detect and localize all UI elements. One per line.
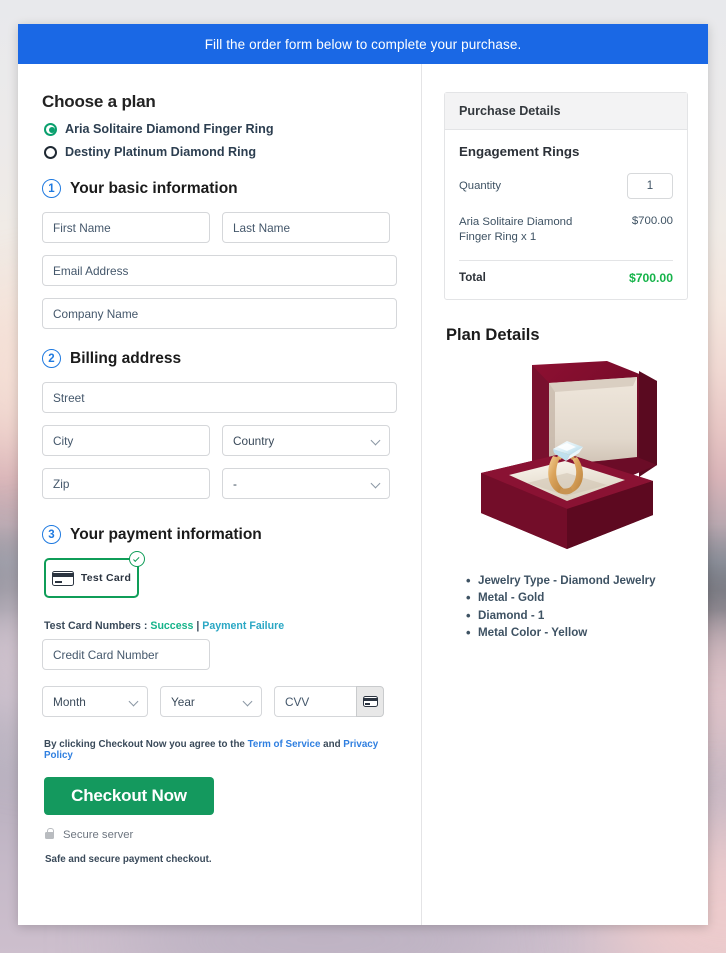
step-1-label: Your basic information [70,179,238,197]
year-select-wrapper[interactable] [160,686,262,717]
term-of-service-link[interactable]: Term of Service [248,739,321,750]
test-card-button[interactable]: Test Card [44,551,145,598]
test-card-numbers-label: Test Card Numbers : [44,620,148,632]
checkout-card: Fill the order form below to complete yo… [18,24,708,925]
credit-card-icon [51,570,74,586]
quantity-label: Quantity [459,180,502,192]
card-number-row [42,639,397,670]
secure-server-text: Secure server [63,829,134,841]
city-input[interactable] [42,425,210,456]
instruction-banner: Fill the order form below to complete yo… [18,24,708,64]
terms-prefix: By clicking Checkout Now you agree to th… [44,739,245,750]
line-item-row: Aria Solitaire Diamond Finger Ring x 1 $… [459,215,673,246]
test-card-numbers-row: Test Card Numbers : Success | Payment Fa… [44,620,397,632]
line-item-price: $700.00 [631,215,673,227]
step-1-number: 1 [42,179,61,198]
cvv-help-button[interactable] [356,686,384,717]
plan-option-destiny-label: Destiny Platinum Diamond Ring [65,145,257,159]
engagement-ring-image [481,360,657,549]
email-input[interactable] [42,255,397,286]
radio-selected-icon[interactable] [44,122,57,136]
credit-card-icon [362,696,378,707]
step-3-number: 3 [42,525,61,544]
step-2-heading: 2 Billing address [42,349,397,368]
plan-details-heading: Plan Details [446,325,540,344]
payment-failure-test-card-link[interactable]: Payment Failure [202,620,284,632]
instruction-banner-text: Fill the order form below to complete yo… [204,36,522,52]
purchase-details-panel: Purchase Details Engagement Rings Quanti… [444,92,688,300]
last-name-input[interactable] [222,212,390,243]
radio-unselected-icon[interactable] [44,145,57,159]
state-select[interactable] [222,468,390,499]
checkout-now-button[interactable]: Checkout Now [44,777,214,815]
plan-feature-item: Metal - Gold [466,588,690,608]
terms-conjunction: and [323,739,341,750]
total-label: Total [459,271,486,285]
divider [459,259,673,261]
terms-text: By clicking Checkout Now you agree to th… [44,739,397,761]
company-name-input[interactable] [42,298,397,329]
expiry-month-select[interactable] [42,686,148,717]
state-select-wrapper[interactable] [222,468,390,499]
plan-feature-item: Jewelry Type - Diamond Jewelry [466,571,690,591]
success-test-card-link[interactable]: Success [150,620,193,632]
secure-server-row: Secure server [45,827,397,841]
purchase-details-header: Purchase Details [445,93,687,130]
country-select-wrapper[interactable] [222,425,390,456]
checkout-body: Choose a plan Aria Solitaire Diamond Fin… [18,64,708,925]
email-field-row [42,255,397,286]
safe-checkout-note: Safe and secure payment checkout. [45,854,212,865]
cvv-group [274,686,384,717]
total-row: Total $700.00 [459,271,673,289]
purchase-details-body: Engagement Rings Quantity Aria Solitaire… [445,130,687,299]
check-circle-icon [129,551,145,567]
name-field-row [42,212,397,243]
total-value: $700.00 [628,270,673,285]
plan-feature-item: Metal Color - Yellow [466,623,690,643]
street-input[interactable] [42,382,397,413]
quantity-row: Quantity [459,173,673,199]
plan-option-aria[interactable]: Aria Solitaire Diamond Finger Ring [44,122,397,136]
zip-state-row [42,468,397,499]
summary-column: Purchase Details Engagement Rings Quanti… [422,64,708,925]
zip-input[interactable] [42,468,210,499]
choose-plan-heading: Choose a plan [42,92,156,111]
step-2-label: Billing address [70,349,182,367]
credit-card-number-input[interactable] [42,639,210,670]
plan-features-list: Jewelry Type - Diamond Jewelry Metal - G… [466,571,690,643]
quantity-input[interactable] [627,173,673,199]
company-field-row [42,298,397,329]
country-select[interactable] [222,425,390,456]
month-select-wrapper[interactable] [42,686,148,717]
step-3-label: Your payment information [70,525,262,543]
lock-icon [45,827,54,839]
test-card-label: Test Card [80,572,132,584]
line-item-name: Aria Solitaire Diamond Finger Ring x 1 [459,216,573,244]
cvv-input[interactable] [274,686,356,717]
first-name-input[interactable] [42,212,210,243]
order-form-column: Choose a plan Aria Solitaire Diamond Fin… [18,64,422,925]
plan-option-aria-label: Aria Solitaire Diamond Finger Ring [65,122,274,136]
plan-feature-item: Diamond - 1 [466,606,690,626]
street-field-row [42,382,397,413]
plan-option-destiny[interactable]: Destiny Platinum Diamond Ring [44,145,397,159]
product-group-title: Engagement Rings [459,144,580,159]
link-separator: | [196,620,200,632]
step-2-number: 2 [42,349,61,368]
expiry-year-select[interactable] [160,686,262,717]
city-country-row [42,425,397,456]
expiry-cvv-row [42,686,397,717]
step-3-heading: 3 Your payment information [42,525,397,544]
step-1-heading: 1 Your basic information [42,179,397,198]
